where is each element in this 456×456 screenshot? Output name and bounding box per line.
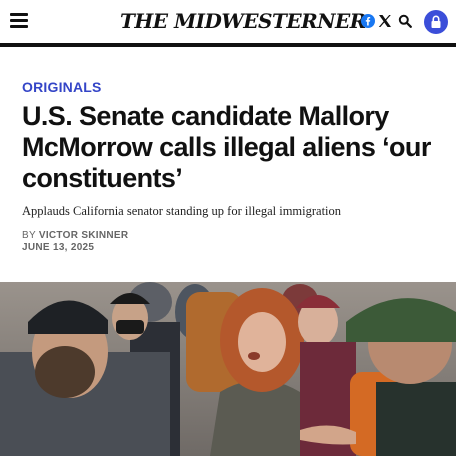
article-date: JUNE 13, 2025 xyxy=(22,242,95,253)
lock-icon xyxy=(431,15,441,28)
byline-prefix: BY xyxy=(22,230,39,241)
header-divider xyxy=(0,43,456,47)
article-headline: U.S. Senate candidate Mallory McMorrow c… xyxy=(22,101,431,193)
author-link[interactable]: VICTOR SKINNER xyxy=(39,230,129,241)
account-button[interactable] xyxy=(424,10,448,34)
article-photo xyxy=(0,282,456,456)
crowd-photo-illustration xyxy=(0,282,456,456)
site-logo[interactable]: THE MIDWESTERNER xyxy=(120,9,366,33)
site-header: THE MIDWESTERNER xyxy=(0,0,456,44)
article-subheadline: Applauds California senator standing up … xyxy=(22,204,342,218)
hamburger-menu-icon[interactable] xyxy=(10,13,28,29)
search-icon[interactable] xyxy=(398,14,412,28)
facebook-icon[interactable] xyxy=(361,14,375,28)
x-icon[interactable] xyxy=(378,14,392,28)
category-link[interactable]: ORIGINALS xyxy=(22,79,102,95)
article-byline: BY VICTOR SKINNER xyxy=(22,230,128,241)
